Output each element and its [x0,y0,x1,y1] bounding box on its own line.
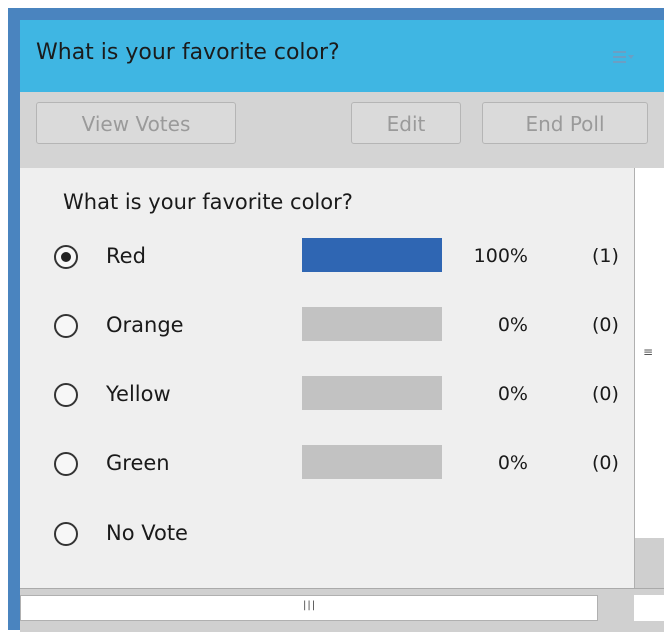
result-bar-fill-red [302,238,442,272]
result-bar-green [302,445,442,479]
option-row-red[interactable]: Red 100% (1) [20,236,634,280]
scrollbar-corner [634,595,664,621]
result-bar-red [302,238,442,272]
horizontal-scrollbar[interactable]: ||| [20,588,664,632]
pod-title: What is your favorite color? [36,40,340,65]
percent-green: 0% [497,452,528,474]
option-label-red: Red [106,244,146,268]
count-orange: (0) [592,314,619,336]
radio-orange[interactable] [54,314,78,338]
result-bar-orange [302,307,442,341]
count-red: (1) [592,245,619,267]
percent-red: 100% [473,245,528,267]
option-label-green: Green [106,451,170,475]
radio-selected-dot [61,252,71,262]
horizontal-scroll-thumb[interactable]: ||| [20,595,598,621]
scrollbar-track-lower[interactable] [635,538,664,588]
edit-button[interactable]: Edit [351,102,461,144]
count-yellow: (0) [592,383,619,405]
percent-yellow: 0% [497,383,528,405]
scroll-grip-icon[interactable]: ||| [303,600,316,611]
view-votes-button[interactable]: View Votes [36,102,236,144]
poll-question: What is your favorite color? [63,190,353,214]
radio-red[interactable] [54,245,78,269]
option-row-yellow[interactable]: Yellow 0% (0) [20,374,634,418]
poll-content: What is your favorite color? Red 100% (1… [20,168,634,588]
option-row-no-vote[interactable]: No Vote [20,513,634,557]
poll-pod: What is your favorite color? View Votes … [20,20,664,632]
option-row-orange[interactable]: Orange 0% (0) [20,305,634,349]
vertical-scrollbar[interactable]: ≡ [634,168,664,588]
radio-green[interactable] [54,452,78,476]
result-bar-yellow [302,376,442,410]
scroll-grip-icon[interactable]: ≡ [643,346,653,358]
percent-orange: 0% [497,314,528,336]
hamburger-dropdown-icon[interactable] [613,50,635,64]
poll-toolbar: View Votes Edit End Poll [20,92,664,169]
option-label-yellow: Yellow [106,382,171,406]
end-poll-button[interactable]: End Poll [482,102,648,144]
option-label-no-vote: No Vote [106,521,188,545]
option-label-orange: Orange [106,313,184,337]
pod-titlebar: What is your favorite color? [20,20,664,92]
radio-no-vote[interactable] [54,522,78,546]
count-green: (0) [592,452,619,474]
option-row-green[interactable]: Green 0% (0) [20,443,634,487]
radio-yellow[interactable] [54,383,78,407]
